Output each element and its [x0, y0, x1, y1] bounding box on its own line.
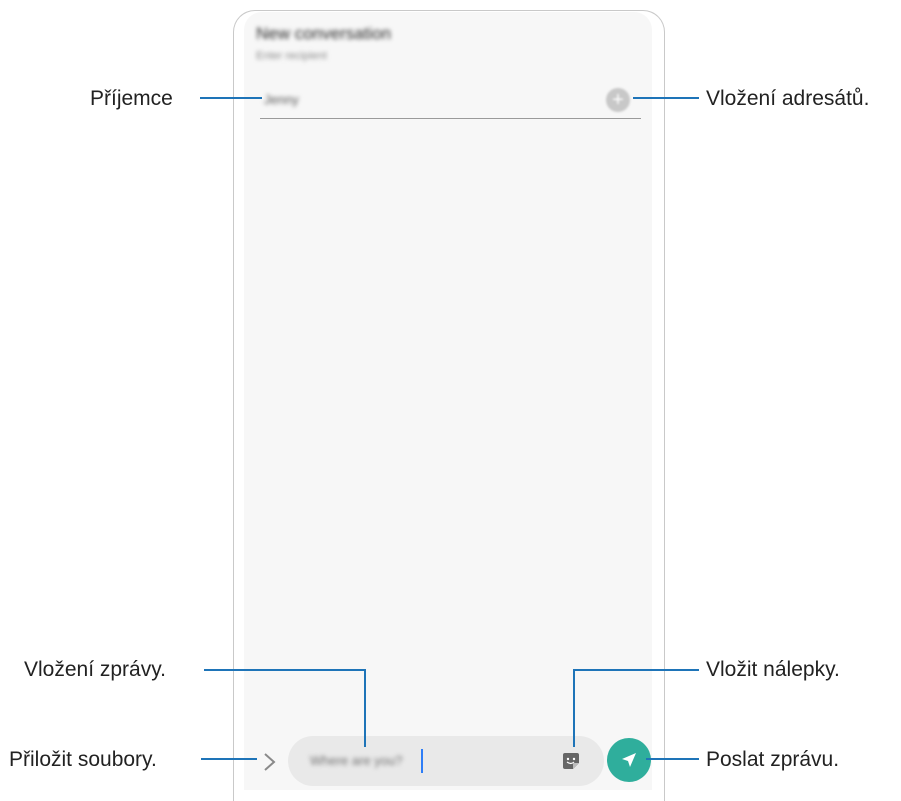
message-input-text: Where are you?	[310, 753, 403, 768]
callout-insert-stickers: Vložit nálepky.	[706, 658, 840, 681]
callout-recipient: Příjemce	[90, 87, 173, 110]
callout-insert-stickers-line	[573, 669, 699, 671]
callout-attach-files-line	[201, 758, 257, 760]
plus-circle-icon[interactable]: +	[606, 88, 630, 112]
callout-add-recipients: Vložení adresátů.	[706, 87, 870, 110]
callout-enter-message-line	[204, 669, 365, 671]
messages-screen: New conversation Enter recipient Jenny +…	[244, 12, 652, 790]
callout-enter-message: Vložení zprávy.	[24, 658, 167, 681]
send-icon	[622, 753, 636, 767]
callout-add-recipients-line	[633, 97, 699, 99]
callout-enter-message-vline	[364, 669, 366, 747]
sticker-icon[interactable]	[562, 752, 580, 770]
chevron-right-icon[interactable]	[259, 747, 281, 777]
conversation-title: New conversation	[256, 24, 392, 43]
callout-attach-files: Přiložit soubory.	[9, 748, 157, 771]
callout-send-message-line	[646, 758, 699, 760]
recipient-field[interactable]: Jenny	[264, 92, 299, 107]
conversation-subtitle: Enter recipient	[256, 50, 327, 62]
send-button[interactable]	[607, 738, 651, 782]
text-cursor	[421, 749, 423, 773]
callout-insert-stickers-vline	[573, 669, 575, 747]
callout-send-message: Poslat zprávu.	[706, 748, 840, 771]
callout-recipient-line	[200, 97, 262, 99]
message-input[interactable]: Where are you?	[288, 736, 604, 786]
recipient-underline	[260, 118, 641, 119]
